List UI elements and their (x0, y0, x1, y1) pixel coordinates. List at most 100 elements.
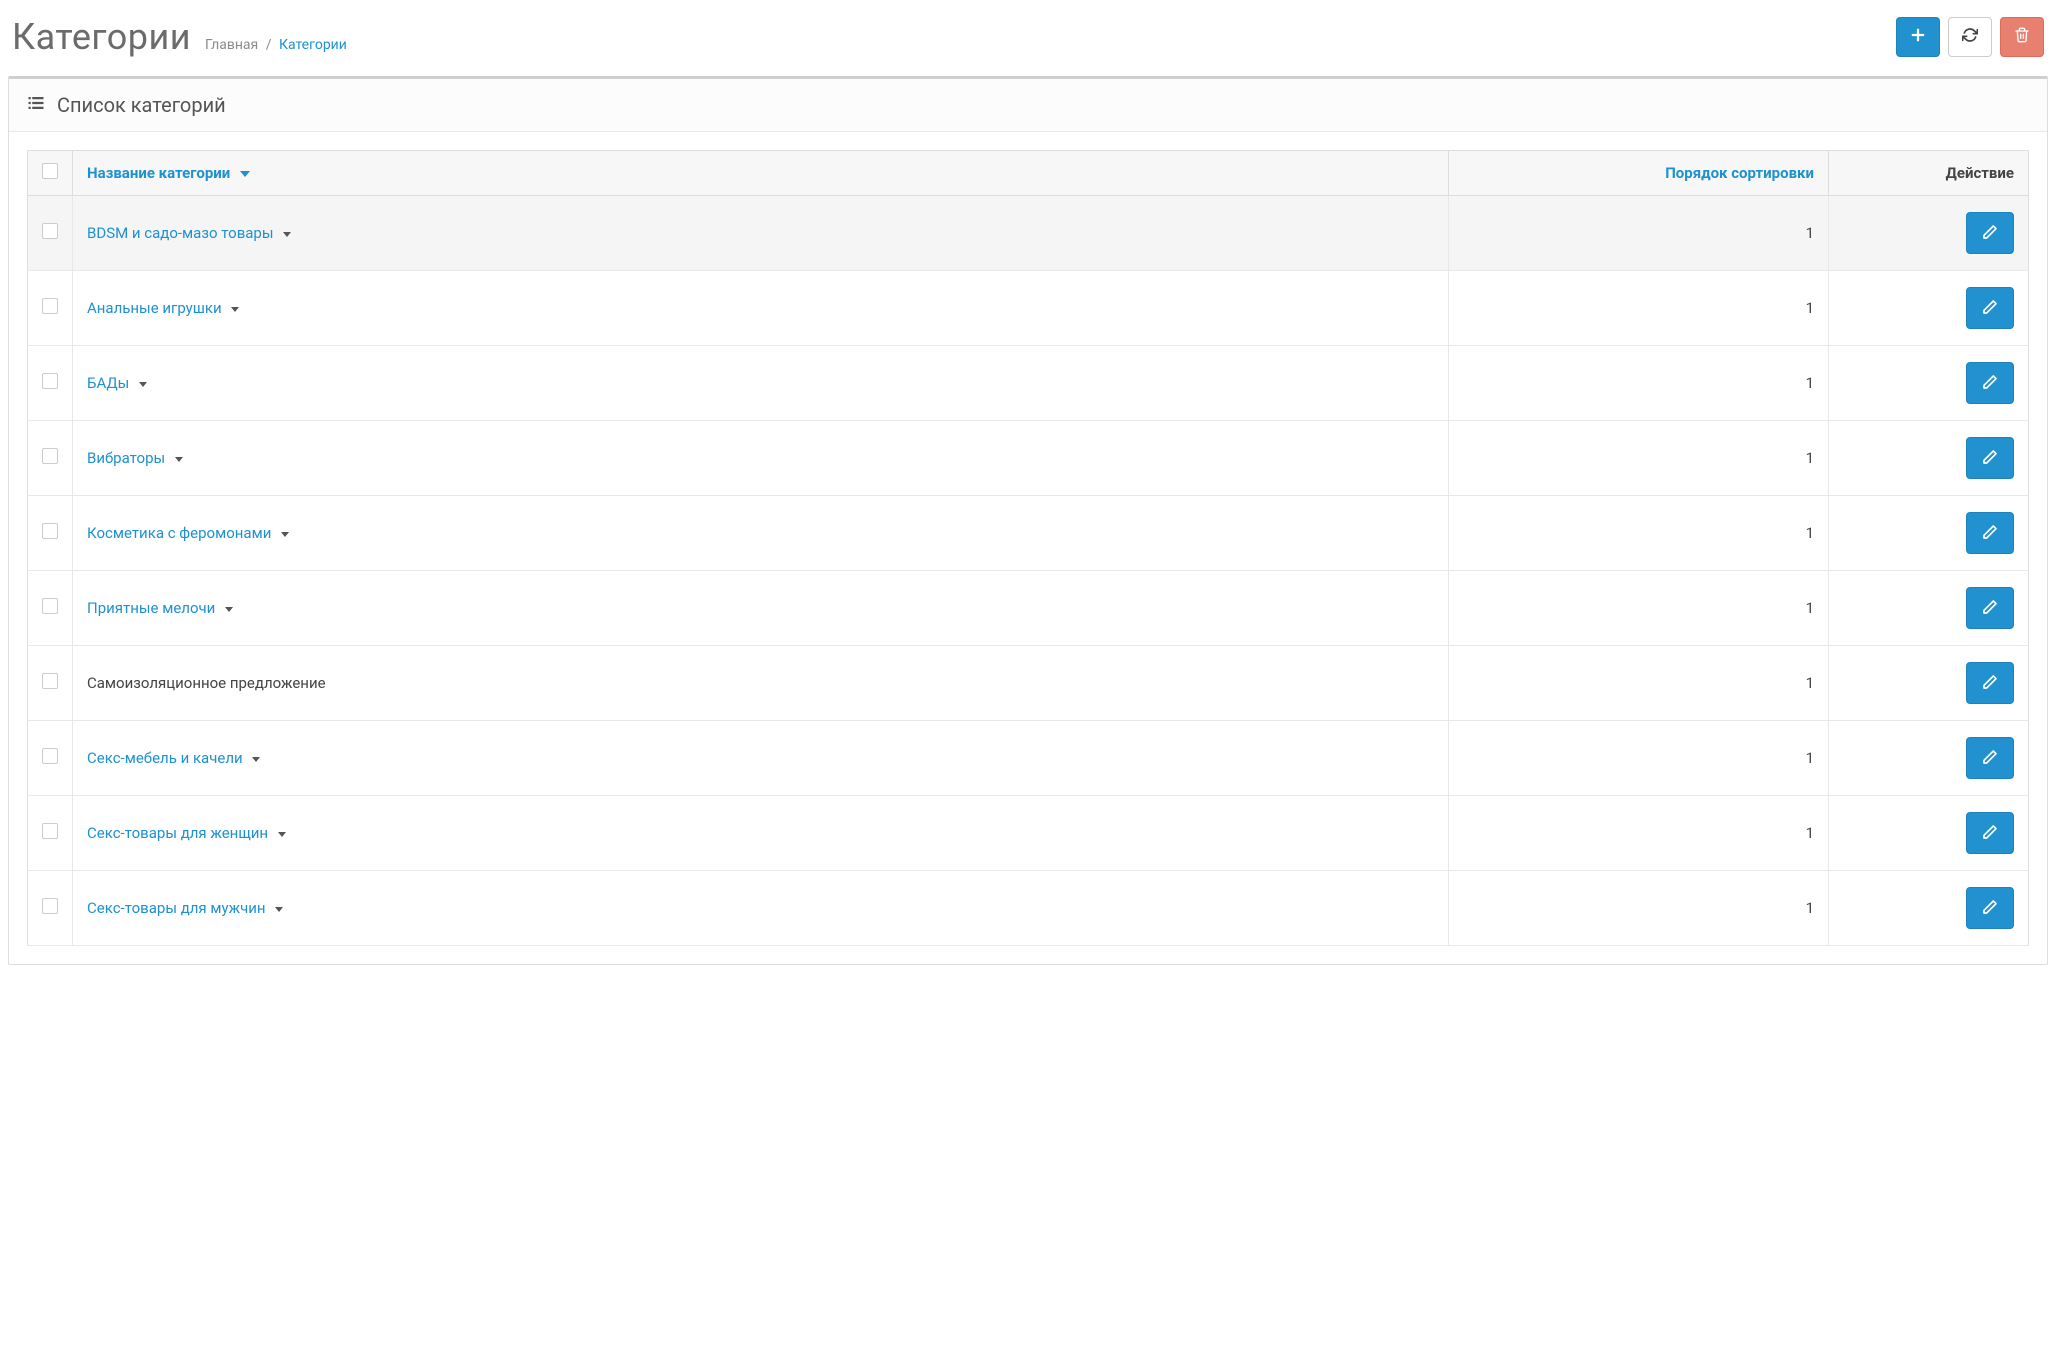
caret-down-icon[interactable] (231, 307, 239, 312)
row-checkbox-cell (28, 646, 73, 721)
caret-down-icon[interactable] (225, 607, 233, 612)
pencil-icon (1982, 524, 1998, 543)
col-name-label: Название категории (87, 164, 230, 182)
row-action-cell (1829, 271, 2029, 346)
edit-button[interactable] (1966, 887, 2014, 929)
row-action-cell (1829, 871, 2029, 946)
row-checkbox[interactable] (42, 898, 58, 914)
table-row: Косметика с феромонами 1 (28, 496, 2029, 571)
breadcrumb-current[interactable]: Категории (279, 37, 347, 53)
category-link[interactable]: Косметика с феромонами (87, 524, 271, 542)
row-checkbox-cell (28, 871, 73, 946)
pencil-icon (1982, 749, 1998, 768)
edit-button[interactable] (1966, 737, 2014, 779)
row-checkbox[interactable] (42, 598, 58, 614)
pencil-icon (1982, 674, 1998, 693)
page-header: Категории Главная / Категории (8, 10, 2048, 76)
row-checkbox-cell (28, 271, 73, 346)
col-header-checkbox (28, 151, 73, 196)
select-all-checkbox[interactable] (42, 163, 58, 179)
row-checkbox[interactable] (42, 298, 58, 314)
row-name-cell: Секс-товары для мужчин (73, 871, 1449, 946)
row-sort-cell: 1 (1449, 721, 1829, 796)
caret-down-icon[interactable] (278, 832, 286, 837)
row-sort-cell: 1 (1449, 571, 1829, 646)
table-row: Вибраторы 1 (28, 421, 2029, 496)
caret-down-icon[interactable] (175, 457, 183, 462)
row-checkbox-cell (28, 421, 73, 496)
caret-down-icon[interactable] (283, 232, 291, 237)
pencil-icon (1982, 449, 1998, 468)
edit-button[interactable] (1966, 362, 2014, 404)
refresh-button[interactable] (1948, 17, 1992, 57)
row-checkbox[interactable] (42, 673, 58, 689)
row-checkbox[interactable] (42, 823, 58, 839)
edit-button[interactable] (1966, 212, 2014, 254)
pencil-icon (1982, 374, 1998, 393)
pencil-icon (1982, 224, 1998, 243)
table-row: Самоизоляционное предложение1 (28, 646, 2029, 721)
edit-button[interactable] (1966, 662, 2014, 704)
row-checkbox-cell (28, 496, 73, 571)
category-link[interactable]: БАДы (87, 374, 129, 392)
table-row: Анальные игрушки 1 (28, 271, 2029, 346)
row-name-cell: Анальные игрушки (73, 271, 1449, 346)
row-action-cell (1829, 346, 2029, 421)
row-name-cell: Вибраторы (73, 421, 1449, 496)
edit-button[interactable] (1966, 812, 2014, 854)
pencil-icon (1982, 899, 1998, 918)
caret-down-icon[interactable] (281, 532, 289, 537)
caret-down-icon[interactable] (252, 757, 260, 762)
col-header-sort[interactable]: Порядок сортировки (1449, 151, 1829, 196)
caret-down-icon[interactable] (275, 907, 283, 912)
caret-down-icon[interactable] (139, 382, 147, 387)
row-checkbox-cell (28, 346, 73, 421)
plus-icon (1909, 26, 1927, 49)
row-action-cell (1829, 496, 2029, 571)
page-title: Категории (12, 16, 191, 58)
category-link[interactable]: BDSM и садо-мазо товары (87, 224, 274, 242)
category-link[interactable]: Секс-товары для женщин (87, 824, 268, 842)
row-checkbox[interactable] (42, 223, 58, 239)
category-link[interactable]: Приятные мелочи (87, 599, 215, 617)
row-action-cell (1829, 196, 2029, 271)
table-row: Секс-товары для мужчин 1 (28, 871, 2029, 946)
category-link[interactable]: Секс-товары для мужчин (87, 899, 266, 917)
table-row: БАДы 1 (28, 346, 2029, 421)
row-name-cell: Приятные мелочи (73, 571, 1449, 646)
row-sort-cell: 1 (1449, 271, 1829, 346)
category-link[interactable]: Секс-мебель и качели (87, 749, 243, 767)
edit-button[interactable] (1966, 287, 2014, 329)
add-button[interactable] (1896, 17, 1940, 57)
category-link[interactable]: Анальные игрушки (87, 299, 222, 317)
page-actions (1896, 17, 2044, 57)
table-row: BDSM и садо-мазо товары 1 (28, 196, 2029, 271)
row-action-cell (1829, 646, 2029, 721)
col-header-name[interactable]: Название категории (73, 151, 1449, 196)
delete-button[interactable] (2000, 17, 2044, 57)
pencil-icon (1982, 599, 1998, 618)
col-action-label: Действие (1946, 164, 2014, 182)
edit-button[interactable] (1966, 437, 2014, 479)
table-row: Приятные мелочи 1 (28, 571, 2029, 646)
row-name-cell: Секс-мебель и качели (73, 721, 1449, 796)
table-row: Секс-мебель и качели 1 (28, 721, 2029, 796)
pencil-icon (1982, 299, 1998, 318)
row-checkbox[interactable] (42, 448, 58, 464)
category-link[interactable]: Вибраторы (87, 449, 165, 467)
row-checkbox[interactable] (42, 523, 58, 539)
panel-title: Список категорий (57, 93, 226, 117)
row-checkbox[interactable] (42, 748, 58, 764)
row-sort-cell: 1 (1449, 796, 1829, 871)
pencil-icon (1982, 824, 1998, 843)
category-name: Самоизоляционное предложение (87, 674, 326, 692)
edit-button[interactable] (1966, 512, 2014, 554)
col-sort-label: Порядок сортировки (1665, 164, 1814, 182)
list-icon (27, 93, 45, 117)
row-sort-cell: 1 (1449, 421, 1829, 496)
panel: Список категорий Название категории Поря (8, 76, 2048, 965)
row-name-cell: БАДы (73, 346, 1449, 421)
edit-button[interactable] (1966, 587, 2014, 629)
row-checkbox[interactable] (42, 373, 58, 389)
breadcrumb-home[interactable]: Главная (205, 37, 258, 53)
